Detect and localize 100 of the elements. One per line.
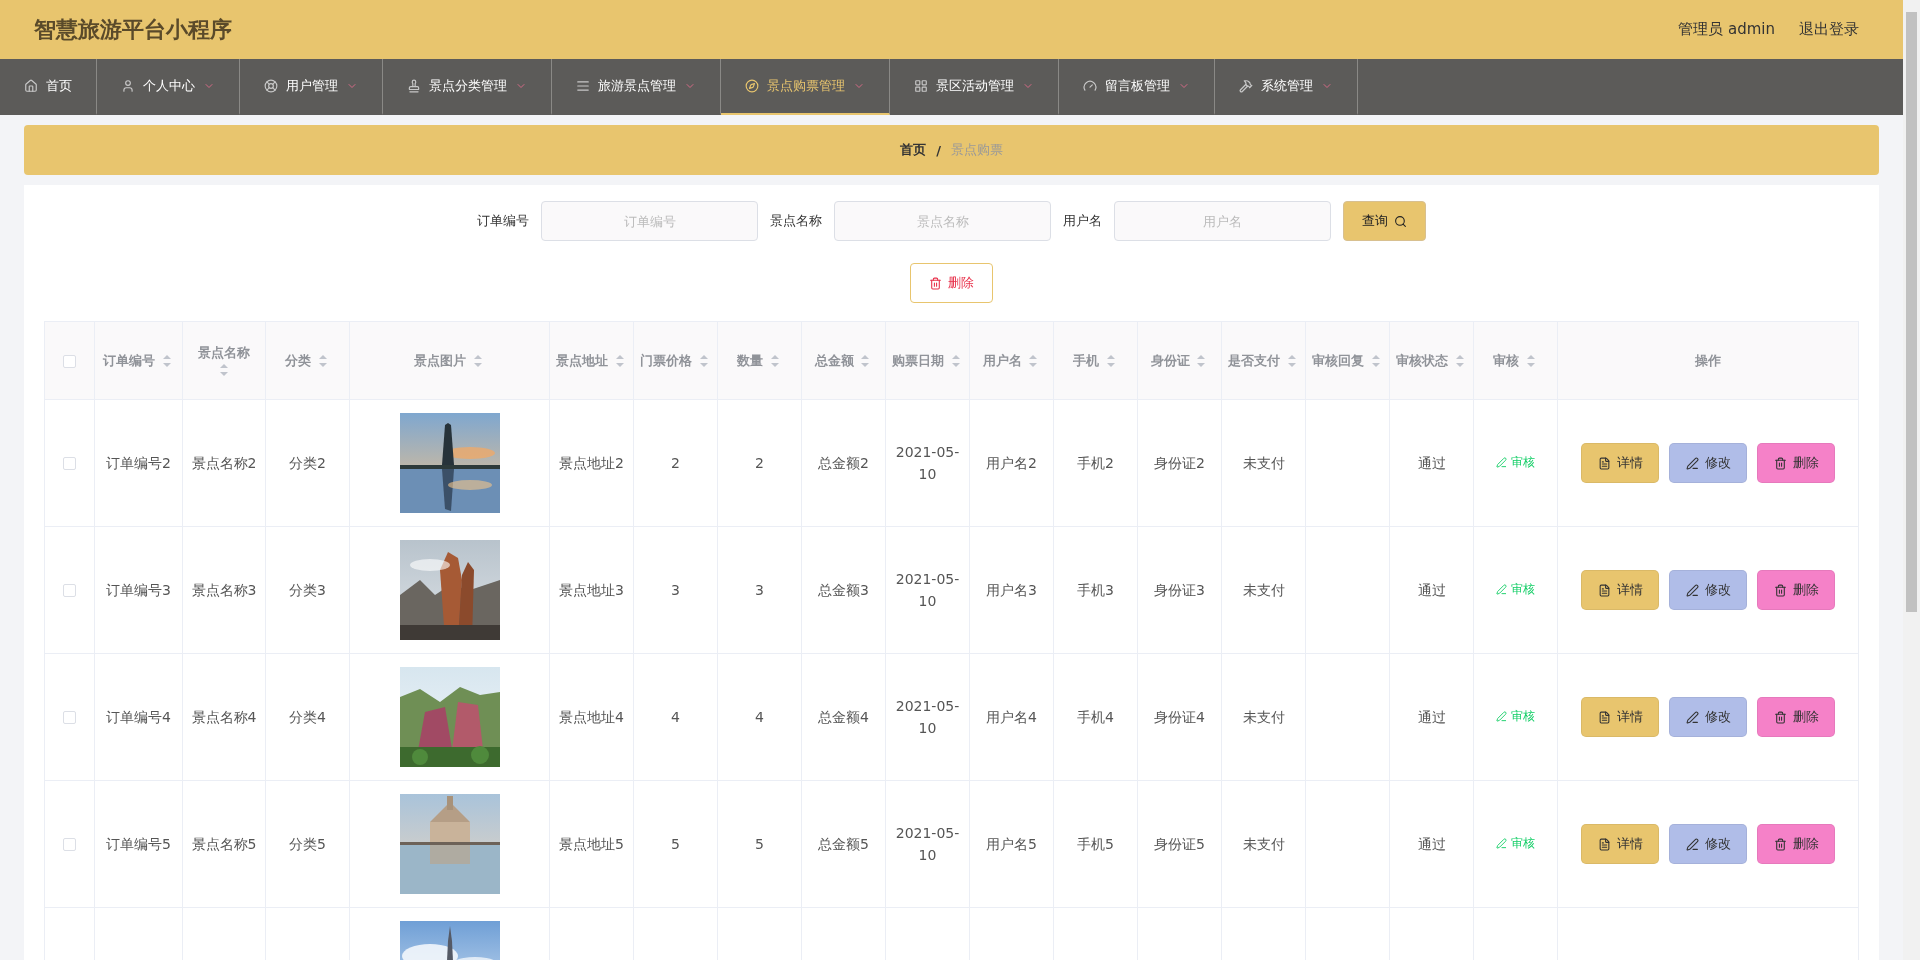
table-cell: 2 xyxy=(755,454,764,471)
table-cell: 2021-05-10 xyxy=(895,824,960,863)
delete-button[interactable]: 删除 xyxy=(1757,697,1835,737)
nav-tab[interactable]: 个人中心 xyxy=(97,59,240,115)
search-icon xyxy=(1394,214,1407,228)
breadcrumb-link[interactable]: 首页 xyxy=(900,141,927,159)
field-label: 用户名 xyxy=(1063,212,1102,230)
nav-tab[interactable]: 景点购票管理 xyxy=(721,59,890,115)
document-icon xyxy=(1597,583,1611,597)
edit-button[interactable]: 修改 xyxy=(1669,443,1747,483)
document-icon xyxy=(1597,710,1611,724)
list-icon xyxy=(576,79,590,93)
column-header: 用户名 xyxy=(982,352,1022,368)
search-button[interactable]: 查询 xyxy=(1343,201,1426,241)
column-header: 总金额 xyxy=(814,352,854,368)
nav-label: 留言板管理 xyxy=(1105,77,1170,95)
table-cell: 订单编号2 xyxy=(106,454,171,471)
column-header: 审核状态 xyxy=(1396,352,1449,368)
pen-icon xyxy=(1685,456,1699,470)
lifebuoy-icon xyxy=(264,79,278,93)
table-cell: 订单编号4 xyxy=(106,708,171,725)
nav-tab[interactable]: 系统管理 xyxy=(1215,59,1358,115)
table-cell: 通过 xyxy=(1417,708,1446,725)
field-label: 景点名称 xyxy=(770,212,822,230)
nav-tab[interactable]: 景区活动管理 xyxy=(890,59,1059,115)
table-cell: 总金额2 xyxy=(818,454,869,471)
row-checkbox[interactable] xyxy=(63,711,76,725)
delete-button[interactable]: 删除 xyxy=(1757,443,1835,483)
search-field[interactable]: 订单编号 xyxy=(541,201,758,241)
sort-icon[interactable] xyxy=(769,354,780,368)
scrollbar[interactable] xyxy=(1903,0,1920,960)
nav-tab[interactable]: 用户管理 xyxy=(240,59,383,115)
sort-icon[interactable] xyxy=(1286,354,1297,368)
table-cell: 总金额4 xyxy=(818,708,869,725)
delete-button[interactable]: 删除 xyxy=(910,263,993,303)
delete-button[interactable]: 删除 xyxy=(1757,824,1835,864)
app-title: 智慧旅游平台小程序 xyxy=(34,15,232,44)
delete-button[interactable]: 删除 xyxy=(1757,570,1835,610)
sort-icon[interactable] xyxy=(1028,354,1039,368)
table-cell: 景点地址3 xyxy=(559,581,624,598)
edit-button[interactable]: 修改 xyxy=(1669,824,1747,864)
table-cell: 通过 xyxy=(1417,581,1446,598)
nav-label: 景点分类管理 xyxy=(429,77,507,95)
trash-icon xyxy=(1773,583,1787,597)
home-icon xyxy=(24,79,38,93)
table-cell: 5 xyxy=(755,835,764,852)
sort-icon[interactable] xyxy=(1370,354,1381,368)
nav-tab[interactable]: 旅游景点管理 xyxy=(552,59,721,115)
edit-button[interactable]: 修改 xyxy=(1669,697,1747,737)
table-cell: 3 xyxy=(755,581,764,598)
table-cell: 分类4 xyxy=(289,708,326,725)
row-checkbox[interactable] xyxy=(63,584,76,598)
row-checkbox[interactable] xyxy=(63,457,76,471)
nav-tab[interactable]: 景点分类管理 xyxy=(383,59,552,115)
sort-icon[interactable] xyxy=(219,363,229,378)
sort-icon[interactable] xyxy=(860,354,871,368)
sort-icon[interactable] xyxy=(1454,354,1465,368)
sort-icon[interactable] xyxy=(472,354,483,368)
edit-button[interactable]: 修改 xyxy=(1669,570,1747,610)
pen-icon xyxy=(1685,837,1699,851)
table-cell: 分类2 xyxy=(289,454,326,471)
sort-icon[interactable] xyxy=(614,354,625,368)
trash-icon xyxy=(1773,710,1787,724)
nav-tab[interactable]: 首页 xyxy=(0,59,97,115)
details-button[interactable]: 详情 xyxy=(1581,570,1659,610)
select-all-checkbox[interactable] xyxy=(63,355,76,368)
table-cell: 2 xyxy=(671,454,680,471)
grid-icon xyxy=(914,79,928,93)
sort-icon[interactable] xyxy=(161,354,172,368)
details-button[interactable]: 详情 xyxy=(1581,824,1659,864)
column-header: 审核回复 xyxy=(1312,352,1365,368)
nav-tab[interactable]: 留言板管理 xyxy=(1059,59,1215,115)
trash-icon xyxy=(1773,837,1787,851)
details-button[interactable]: 详情 xyxy=(1581,443,1659,483)
table-cell: 未支付 xyxy=(1242,454,1285,471)
column-header: 手机 xyxy=(1073,352,1100,368)
column-header: 购票日期 xyxy=(892,352,945,368)
table-cell: 订单编号5 xyxy=(106,835,171,852)
table-cell: 身份证3 xyxy=(1154,581,1205,598)
sort-icon[interactable] xyxy=(1105,354,1116,368)
search-field[interactable]: 用户名 xyxy=(1114,201,1331,241)
table-cell: 总金额3 xyxy=(818,581,869,598)
table-cell: 5 xyxy=(671,835,680,852)
sort-icon[interactable] xyxy=(1525,354,1536,368)
row-checkbox[interactable] xyxy=(63,838,76,852)
details-button[interactable]: 详情 xyxy=(1581,697,1659,737)
table-cell: 手机2 xyxy=(1077,454,1114,471)
table-cell: 分类3 xyxy=(289,581,326,598)
search-field[interactable]: 景点名称 xyxy=(834,201,1051,241)
sort-icon[interactable] xyxy=(950,354,961,368)
sort-icon[interactable] xyxy=(317,354,328,368)
column-header: 景点地址 xyxy=(556,352,609,368)
nav-label: 景点购票管理 xyxy=(767,77,845,95)
sort-icon[interactable] xyxy=(698,354,709,368)
nav-label: 景区活动管理 xyxy=(936,77,1014,95)
table-cell: 4 xyxy=(755,708,764,725)
table-cell: 2021-05-10 xyxy=(895,697,960,736)
sort-icon[interactable] xyxy=(1196,354,1207,368)
logout-link[interactable]: 退出登录 xyxy=(1799,20,1859,39)
column-header: 数量 xyxy=(737,352,764,368)
